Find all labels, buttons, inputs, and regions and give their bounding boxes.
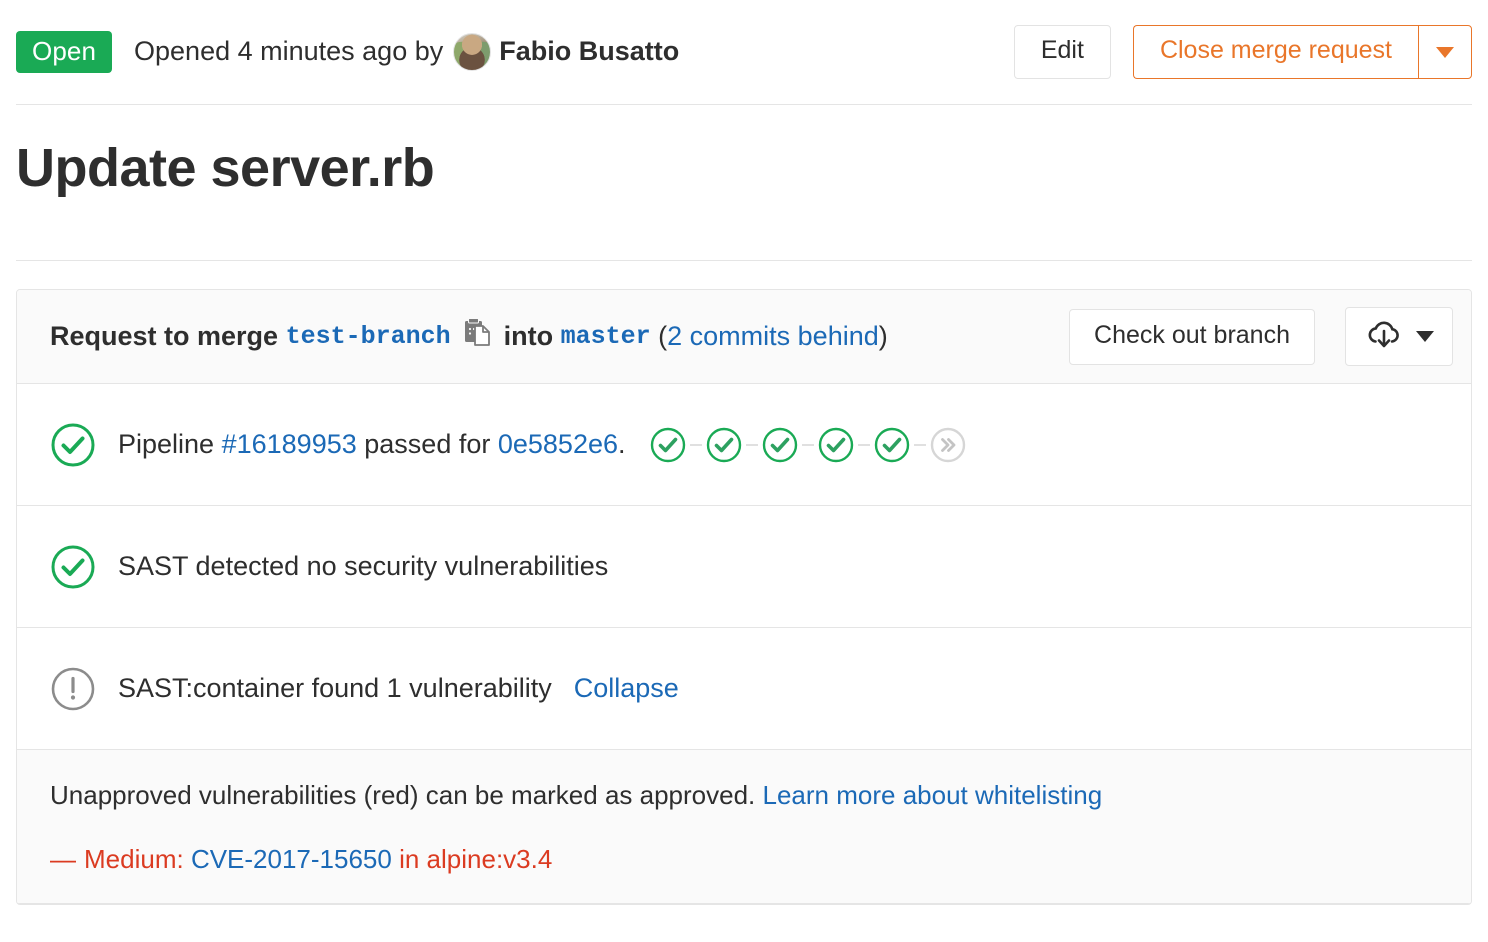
merge-widget-header-actions: Check out branch: [1069, 307, 1453, 366]
commits-behind: (2 commits behind): [658, 321, 888, 352]
pipeline-result-label: passed for: [364, 429, 490, 460]
sast-status-row: SAST detected no security vulnerabilitie…: [17, 506, 1471, 628]
avatar[interactable]: [453, 33, 491, 71]
opened-by-text: Opened 4 minutes ago by Fabio Busatto: [134, 33, 679, 71]
commits-behind-link[interactable]: 2 commits behind: [667, 321, 879, 351]
cloud-download-icon: [1366, 318, 1402, 355]
report-note: Unapproved vulnerabilities (red) can be …: [50, 780, 1438, 811]
merge-request-page: Open Opened 4 minutes ago by Fabio Busatt…: [0, 0, 1488, 942]
opened-label: Opened 4 minutes ago by: [134, 36, 443, 66]
mr-actions: Edit Close merge request: [1014, 25, 1472, 79]
vulnerability-report: Unapproved vulnerabilities (red) can be …: [17, 750, 1471, 904]
check-out-branch-button[interactable]: Check out branch: [1069, 309, 1315, 365]
merge-description: Request to merge test-branch into master: [50, 318, 888, 355]
sast-container-status-row: SAST:container found 1 vulnerability Col…: [17, 628, 1471, 750]
status-badge: Open: [16, 31, 112, 74]
pipeline-stages-more-button[interactable]: [914, 423, 970, 467]
source-branch-link[interactable]: test-branch: [286, 322, 451, 351]
copy-to-clipboard-icon[interactable]: [465, 318, 492, 355]
status-warning-icon: [50, 666, 96, 712]
pipeline-stage-1[interactable]: [646, 423, 690, 467]
collapse-toggle-link[interactable]: Collapse: [574, 673, 679, 704]
pipeline-stage-2[interactable]: [690, 423, 746, 467]
pipeline-stage-5[interactable]: [858, 423, 914, 467]
page-title: Update server.rb: [0, 105, 1488, 198]
sast-container-status-text: SAST:container found 1 vulnerability Col…: [118, 673, 679, 704]
vulnerability-bullet: —: [50, 846, 84, 872]
pipeline-stages: [646, 423, 970, 467]
status-success-icon: [50, 422, 96, 468]
mr-status-bar: Open Opened 4 minutes ago by Fabio Busatt…: [0, 0, 1488, 104]
close-merge-request-button[interactable]: Close merge request: [1133, 25, 1418, 79]
pipeline-stage-3[interactable]: [746, 423, 802, 467]
vulnerability-severity: Medium:: [84, 844, 184, 875]
vulnerability-list-item[interactable]: — Medium: CVE-2017-15650 in alpine:v3.4: [50, 844, 1438, 875]
pipeline-label: Pipeline: [118, 429, 214, 460]
merge-into-label: into: [504, 321, 553, 352]
report-note-text: Unapproved vulnerabilities (red) can be …: [50, 780, 755, 810]
commit-sha-link[interactable]: 0e5852e6: [498, 429, 618, 460]
target-branch-link[interactable]: master: [561, 322, 651, 351]
merge-request-widget: Request to merge test-branch into master: [16, 289, 1472, 905]
merge-prefix: Request to merge: [50, 321, 278, 352]
vulnerability-location: in alpine:v3.4: [399, 844, 552, 875]
whitelisting-learn-more-link[interactable]: Learn more about whitelisting: [763, 780, 1103, 810]
close-merge-request-split-button: Close merge request: [1133, 25, 1472, 79]
merge-widget-header: Request to merge test-branch into master: [17, 290, 1471, 384]
sast-status-text: SAST detected no security vulnerabilitie…: [118, 551, 608, 582]
chevron-down-icon: [1416, 331, 1434, 342]
close-merge-request-dropdown-toggle[interactable]: [1418, 25, 1472, 79]
pipeline-status-text: Pipeline #16189953 passed for 0e5852e6.: [118, 423, 970, 467]
status-success-icon: [50, 544, 96, 590]
sast-container-label: SAST:container found 1 vulnerability: [118, 673, 552, 704]
chevron-down-icon: [1436, 47, 1454, 58]
pipeline-stage-4[interactable]: [802, 423, 858, 467]
cve-link[interactable]: CVE-2017-15650: [191, 844, 392, 875]
edit-button[interactable]: Edit: [1014, 25, 1111, 79]
pipeline-status-row: Pipeline #16189953 passed for 0e5852e6.: [17, 384, 1471, 506]
download-dropdown-button[interactable]: [1345, 307, 1453, 366]
pipeline-period: .: [618, 429, 626, 460]
pipeline-id-link[interactable]: #16189953: [222, 429, 357, 460]
author-name[interactable]: Fabio Busatto: [499, 36, 679, 66]
